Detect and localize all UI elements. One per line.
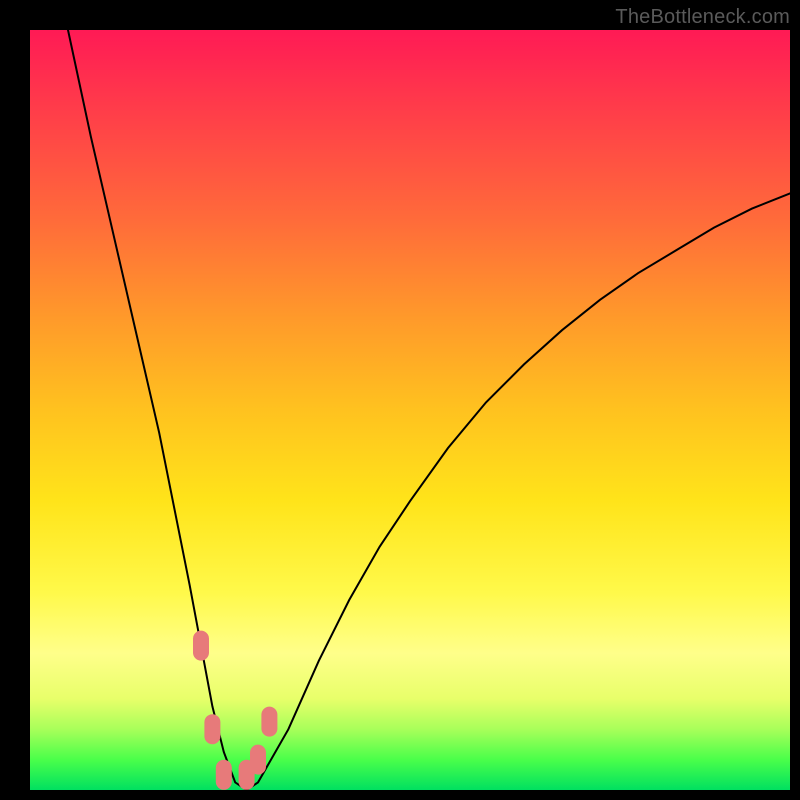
chart-svg (30, 30, 790, 790)
marker-point (250, 745, 266, 775)
bottleneck-curve (68, 30, 790, 790)
chart-plot-area (30, 30, 790, 790)
marker-point (261, 707, 277, 737)
marker-point (193, 631, 209, 661)
watermark-text: TheBottleneck.com (615, 6, 790, 29)
marker-point (204, 714, 220, 744)
highlight-markers (193, 631, 277, 790)
marker-point (216, 760, 232, 790)
